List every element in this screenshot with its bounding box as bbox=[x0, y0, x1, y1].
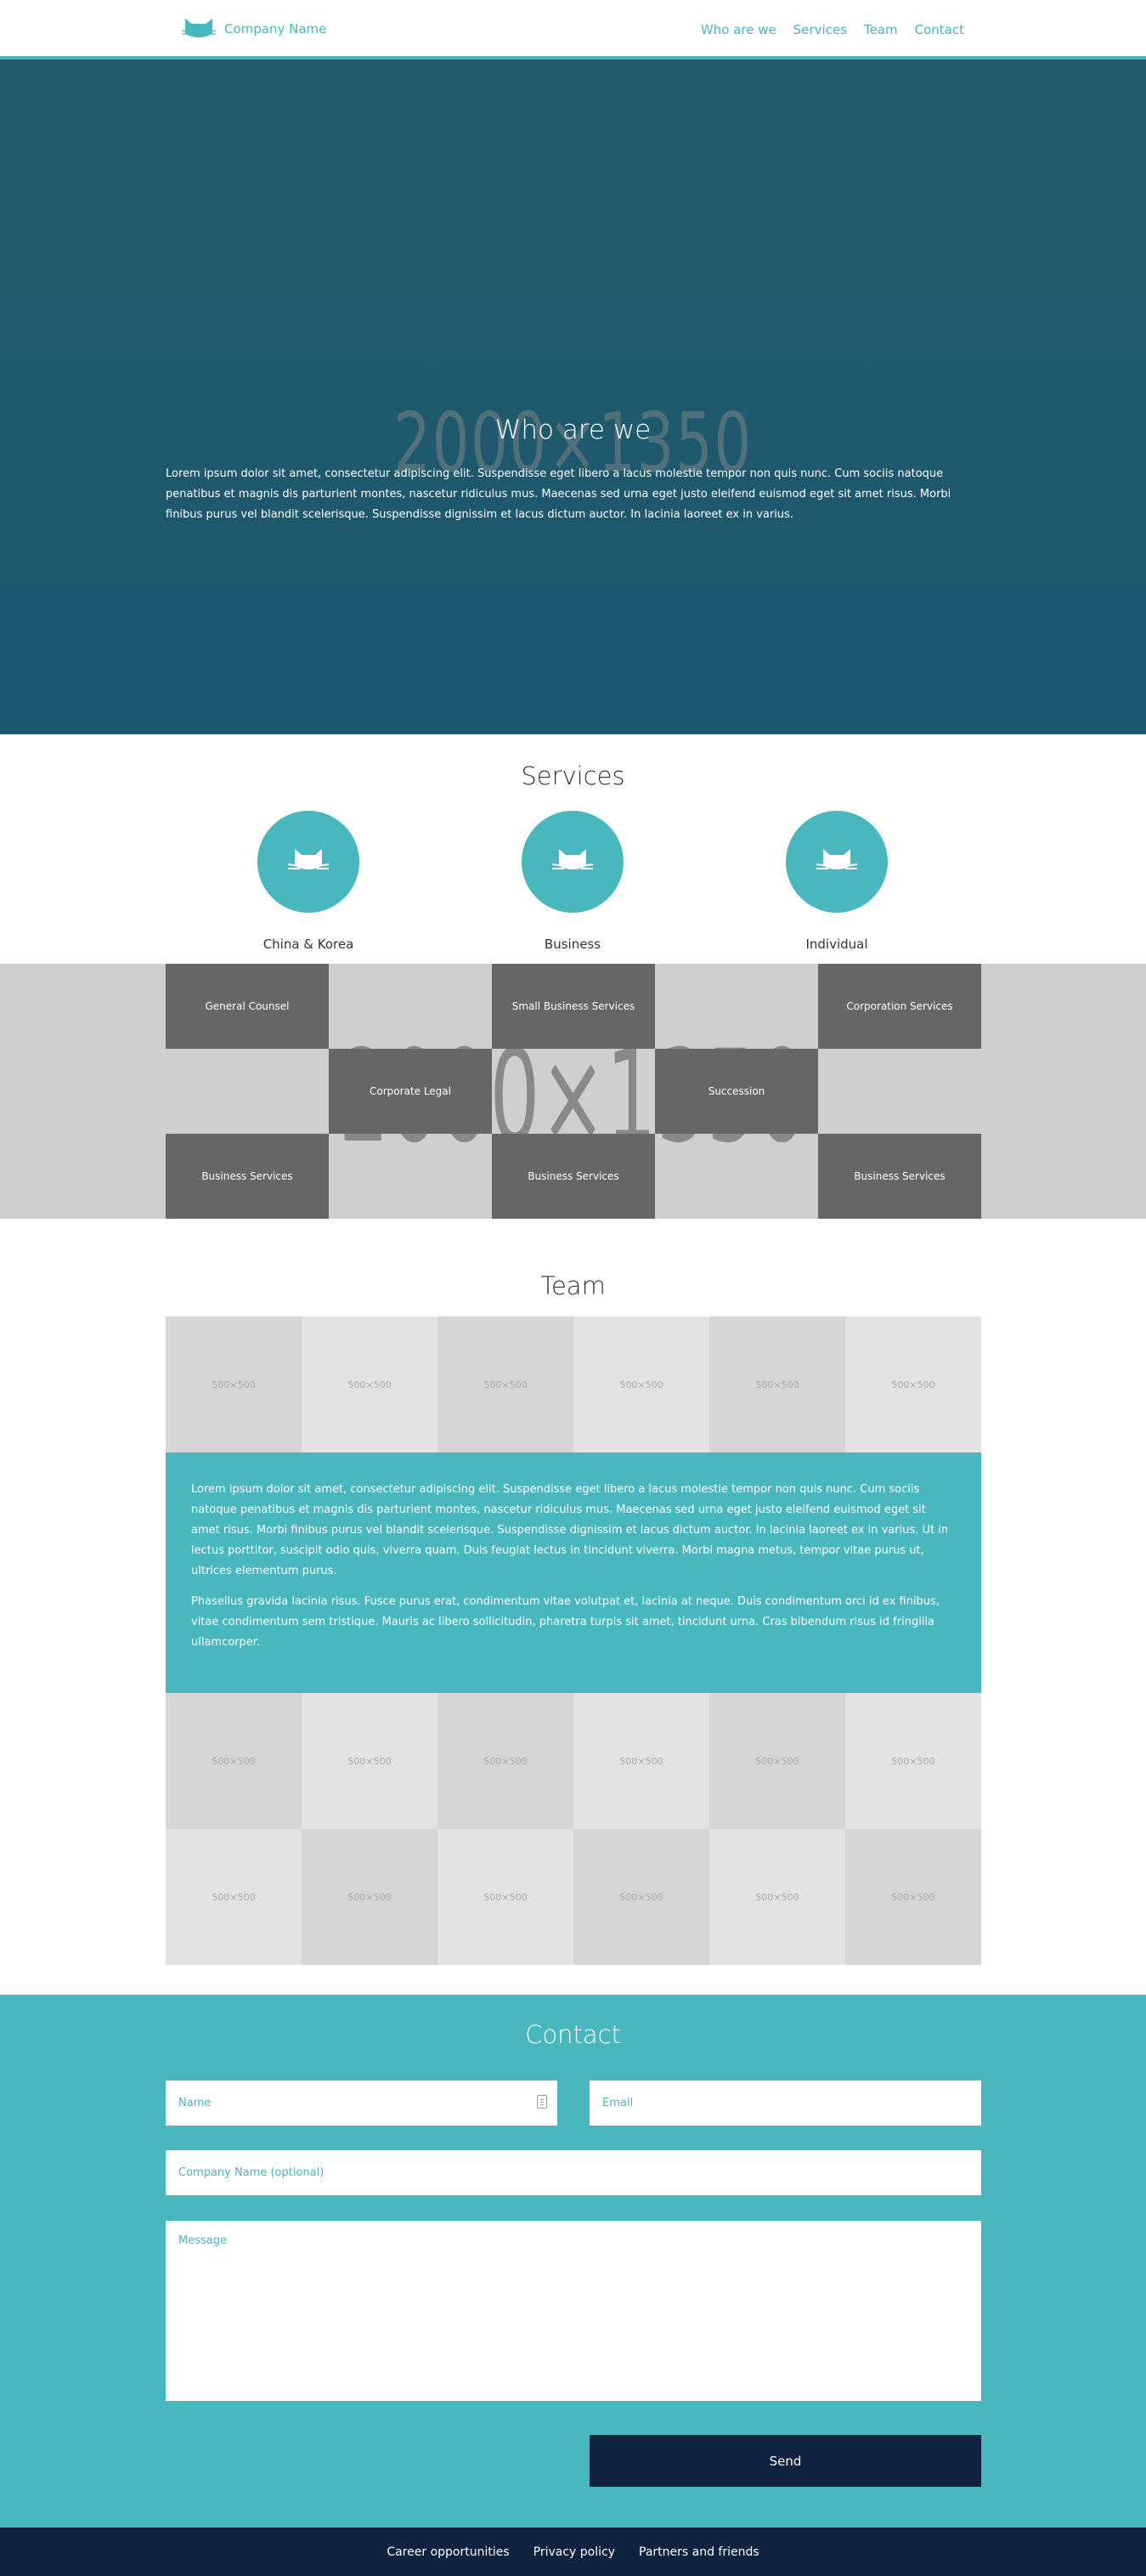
nav-item-team[interactable]: Team bbox=[864, 22, 898, 37]
team-row: 500×500 500×500 500×500 500×500 500×500 … bbox=[166, 1316, 981, 1452]
team-paragraph: Lorem ipsum dolor sit amet, consectetur … bbox=[191, 1483, 949, 1577]
team-member-photo[interactable]: 500×500 bbox=[166, 1316, 302, 1452]
team-member-photo[interactable]: 500×500 bbox=[845, 1829, 981, 1965]
services-title: Services bbox=[521, 761, 625, 790]
service-individual[interactable]: Individual bbox=[752, 811, 922, 952]
service-china-korea[interactable]: China & Korea bbox=[223, 811, 393, 952]
team-paragraph: Phasellus gravida lacinia risus. Fusce p… bbox=[191, 1595, 940, 1649]
team-row: 500×500 500×500 500×500 500×500 500×500 … bbox=[166, 1829, 981, 1965]
team-grid-bottom: 500×500 500×500 500×500 500×500 500×500 … bbox=[166, 1693, 981, 1965]
logo[interactable]: Company Name bbox=[182, 17, 326, 41]
hero-section: 2000×1350 Who are we Lorem ipsum dolor s… bbox=[0, 59, 1146, 734]
site-footer: Career opportunities Privacy policy Part… bbox=[0, 2528, 1146, 2576]
team-member-photo[interactable]: 500×500 bbox=[438, 1693, 573, 1829]
team-member-photo[interactable]: 500×500 bbox=[302, 1829, 438, 1965]
team-description: Lorem ipsum dolor sit amet, consectetur … bbox=[166, 1452, 981, 1693]
tile-succession[interactable]: Succession bbox=[655, 1049, 818, 1134]
hero-text: Lorem ipsum dolor sit amet, consectetur … bbox=[166, 467, 951, 521]
team-member-photo[interactable]: 500×500 bbox=[302, 1693, 438, 1829]
tile-business-services[interactable]: Business Services bbox=[818, 1134, 981, 1219]
message-field[interactable]: Message bbox=[166, 2221, 981, 2401]
hero-title: Who are we bbox=[494, 415, 652, 445]
company-field[interactable]: Company Name (optional) bbox=[166, 2150, 981, 2195]
footer-link-careers[interactable]: Career opportunities bbox=[387, 2545, 509, 2559]
service-business[interactable]: Business bbox=[488, 811, 658, 952]
contact-section: Contact Name Email Company Name (optiona… bbox=[0, 1995, 1146, 2528]
team-member-photo[interactable]: 500×500 bbox=[709, 1316, 845, 1452]
team-member-photo[interactable]: 500×500 bbox=[438, 1829, 573, 1965]
nav-item-contact[interactable]: Contact bbox=[915, 22, 964, 37]
company-name[interactable]: Company Name bbox=[224, 21, 326, 37]
name-field[interactable]: Name bbox=[166, 2081, 557, 2126]
service-label: Individual bbox=[805, 937, 868, 952]
team-row: 500×500 500×500 500×500 500×500 500×500 … bbox=[166, 1693, 981, 1829]
contact-title: Contact bbox=[525, 2020, 621, 2049]
name-placeholder: Name bbox=[178, 2097, 212, 2109]
email-placeholder: Email bbox=[602, 2097, 634, 2109]
main-nav: Who are we Services Team Contact bbox=[701, 22, 964, 37]
team-member-photo[interactable]: 500×500 bbox=[302, 1316, 438, 1452]
team-member-photo[interactable]: 500×500 bbox=[573, 1829, 709, 1965]
team-member-photo[interactable]: 500×500 bbox=[845, 1316, 981, 1452]
cat-icon bbox=[816, 849, 858, 869]
contact-card-icon bbox=[537, 2095, 547, 2109]
service-label: Business bbox=[544, 937, 601, 952]
team-member-photo[interactable]: 500×500 bbox=[166, 1829, 302, 1965]
company-placeholder: Company Name (optional) bbox=[178, 2166, 325, 2179]
services-section: Services China & Korea Business Individu… bbox=[0, 734, 1146, 964]
site-header: Company Name Who are we Services Team Co… bbox=[0, 0, 1146, 59]
team-member-photo[interactable]: 500×500 bbox=[573, 1693, 709, 1829]
tile-corporation-services[interactable]: Corporation Services bbox=[818, 964, 981, 1049]
team-member-photo[interactable]: 500×500 bbox=[709, 1829, 845, 1965]
team-member-photo[interactable]: 500×500 bbox=[709, 1693, 845, 1829]
team-member-photo[interactable]: 500×500 bbox=[845, 1693, 981, 1829]
tile-small-business-services[interactable]: Small Business Services bbox=[492, 964, 655, 1049]
team-title: Team bbox=[540, 1271, 606, 1300]
team-section: Team 500×500 500×500 500×500 500×500 500… bbox=[0, 1219, 1146, 1995]
send-button[interactable]: Send bbox=[590, 2435, 981, 2487]
email-field[interactable]: Email bbox=[590, 2081, 981, 2126]
cat-icon bbox=[287, 849, 330, 869]
tile-corporate-legal[interactable]: Corporate Legal bbox=[329, 1049, 492, 1134]
message-placeholder: Message bbox=[178, 2234, 227, 2247]
service-grid: 2000×1350 General Counsel Small Business… bbox=[0, 964, 1146, 1219]
service-label: China & Korea bbox=[263, 937, 354, 952]
cat-icon bbox=[551, 849, 594, 869]
team-member-photo[interactable]: 500×500 bbox=[573, 1316, 709, 1452]
team-member-photo[interactable]: 500×500 bbox=[438, 1316, 573, 1452]
service-circle bbox=[257, 811, 359, 913]
nav-item-services[interactable]: Services bbox=[793, 22, 847, 37]
cat-logo-icon bbox=[182, 19, 216, 37]
footer-link-privacy[interactable]: Privacy policy bbox=[533, 2545, 615, 2559]
team-member-photo[interactable]: 500×500 bbox=[166, 1693, 302, 1829]
tile-business-services[interactable]: Business Services bbox=[492, 1134, 655, 1219]
service-circle bbox=[786, 811, 888, 913]
footer-link-partners[interactable]: Partners and friends bbox=[639, 2545, 759, 2559]
tile-general-counsel[interactable]: General Counsel bbox=[166, 964, 329, 1049]
tile-business-services[interactable]: Business Services bbox=[166, 1134, 329, 1219]
service-circle bbox=[522, 811, 624, 913]
nav-item-who-are-we[interactable]: Who are we bbox=[701, 22, 776, 37]
team-grid-top: 500×500 500×500 500×500 500×500 500×500 … bbox=[166, 1316, 981, 1452]
